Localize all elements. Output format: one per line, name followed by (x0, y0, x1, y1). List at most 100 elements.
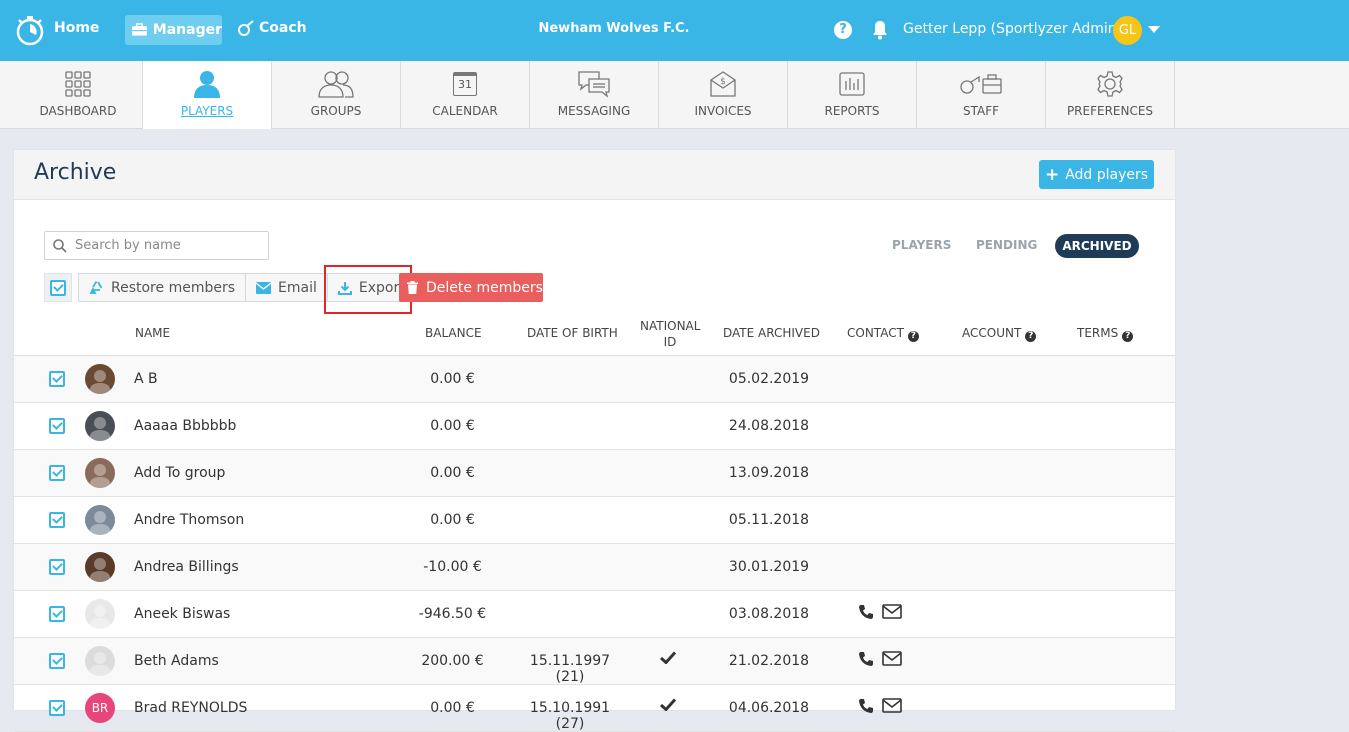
phone-icon[interactable] (858, 698, 874, 714)
avatar (85, 599, 115, 629)
notification-bell-icon[interactable] (871, 20, 889, 40)
row-checkbox[interactable] (49, 700, 65, 716)
archive-card: Archive + Add players PLAYERS PENDING AR… (14, 150, 1175, 732)
col-name[interactable]: NAME (135, 326, 170, 340)
tab-calendar-label: CALENDAR (432, 104, 498, 118)
user-name[interactable]: Getter Lepp (Sportlyzer Admin) (903, 21, 1122, 37)
row-checkbox[interactable] (49, 653, 65, 669)
table-row[interactable]: Andre Thomson 0.00 € 05.11.2018 (14, 497, 1175, 544)
tab-dashboard-label: DASHBOARD (39, 104, 117, 118)
question-icon[interactable]: ? (907, 331, 919, 342)
tab-players-label: PLAYERS (180, 104, 234, 118)
avatar (85, 646, 115, 676)
member-name[interactable]: Brad REYNOLDS (134, 700, 247, 716)
tab-staff[interactable]: STAFF (917, 61, 1046, 129)
recycle-icon (89, 281, 103, 294)
member-balance: 200.00 € (421, 653, 484, 669)
question-icon[interactable]: ? (1122, 331, 1134, 342)
member-balance: 0.00 € (430, 418, 475, 434)
card-header: Archive + Add players (14, 150, 1175, 200)
row-checkbox[interactable] (49, 371, 65, 387)
row-checkbox[interactable] (49, 418, 65, 434)
envelope-icon[interactable] (882, 651, 902, 666)
member-date-archived: 30.01.2019 (728, 559, 810, 575)
tab-players[interactable]: PLAYERS (143, 61, 272, 129)
table-row[interactable]: BR Brad REYNOLDS 0.00 € 15.10.1991 (27) 04.0… (14, 685, 1175, 732)
col-date-archived[interactable]: DATE ARCHIVED (723, 326, 820, 340)
table-row[interactable]: Andrea Billings -10.00 € 30.01.2019 (14, 544, 1175, 591)
gear-icon (1097, 71, 1123, 97)
calendar-icon: 31 (453, 72, 477, 96)
member-name[interactable]: Aaaaa Bbbbbb (134, 418, 236, 434)
avatar (85, 364, 115, 394)
plus-icon: + (1044, 164, 1060, 185)
user-menu-chevron-down-icon[interactable] (1148, 26, 1160, 33)
table-row[interactable]: A B 0.00 € 05.02.2019 (14, 356, 1175, 403)
member-date-archived: 05.02.2019 (728, 371, 810, 387)
member-balance: -10.00 € (423, 559, 482, 575)
whistle-briefcase-icon (960, 74, 1002, 94)
check-icon (659, 651, 677, 665)
col-terms[interactable]: TERMS? (1077, 326, 1134, 342)
col-balance[interactable]: BALANCE (425, 326, 482, 340)
row-checkbox[interactable] (49, 465, 65, 481)
member-name[interactable]: Aneek Biswas (134, 606, 230, 622)
chat-bubbles-icon (578, 71, 610, 98)
select-all-checkbox[interactable] (44, 273, 72, 302)
envelope-icon[interactable] (882, 604, 902, 619)
member-name[interactable]: A B (134, 371, 158, 387)
tab-reports-label: REPORTS (824, 104, 880, 118)
row-checkbox[interactable] (49, 559, 65, 575)
restore-members-button[interactable]: Restore members (78, 273, 247, 302)
user-avatar[interactable]: GL (1113, 16, 1142, 45)
member-date-archived: 21.02.2018 (728, 653, 810, 669)
phone-icon[interactable] (858, 604, 874, 620)
col-terms-label: TERMS (1077, 326, 1119, 340)
tab-preferences[interactable]: PREFERENCES (1046, 61, 1175, 129)
delete-members-button[interactable]: Delete members (399, 273, 543, 302)
envelope-icon (256, 281, 272, 294)
table-row[interactable]: Beth Adams 200.00 € 15.11.1997 (21) 21.02.2… (14, 638, 1175, 685)
help-icon[interactable]: ? (834, 21, 852, 39)
filter-archived[interactable]: ARCHIVED (1055, 234, 1139, 258)
add-players-button[interactable]: + Add players (1039, 160, 1154, 189)
tab-reports[interactable]: REPORTS (788, 61, 917, 129)
avatar (85, 505, 115, 535)
member-name[interactable]: Add To group (134, 465, 225, 481)
member-balance: 0.00 € (430, 512, 475, 528)
export-label: Export (358, 279, 405, 296)
row-checkbox[interactable] (49, 512, 65, 528)
col-date-of-birth[interactable]: DATE OF BIRTH (527, 326, 618, 340)
search-input[interactable] (73, 237, 253, 254)
checkbox (50, 279, 66, 296)
search-box[interactable] (44, 231, 269, 260)
col-account[interactable]: ACCOUNT? (962, 326, 1037, 342)
national-id-check (659, 698, 677, 715)
table-row[interactable]: Add To group 0.00 € 13.09.2018 (14, 450, 1175, 497)
col-contact[interactable]: CONTACT? (847, 326, 919, 342)
tab-calendar[interactable]: 31 CALENDAR (401, 61, 530, 129)
member-name[interactable]: Beth Adams (134, 653, 219, 669)
email-button[interactable]: Email (245, 273, 328, 302)
col-national-id[interactable]: NATIONAL ID (640, 318, 700, 350)
member-name[interactable]: Andrea Billings (134, 559, 239, 575)
member-name[interactable]: Andre Thomson (134, 512, 244, 528)
page-title: Archive (34, 160, 117, 185)
email-label: Email (278, 279, 317, 296)
row-checkbox[interactable] (49, 606, 65, 622)
tab-invoices-label: INVOICES (694, 104, 752, 118)
question-icon[interactable]: ? (1025, 331, 1037, 342)
tab-dashboard[interactable]: DASHBOARD (14, 61, 143, 129)
tab-messaging[interactable]: MESSAGING (530, 61, 659, 129)
search-icon (53, 238, 67, 253)
tab-groups[interactable]: GROUPS (272, 61, 401, 129)
filter-players[interactable]: PLAYERS (892, 238, 951, 252)
restore-members-label: Restore members (111, 279, 236, 296)
table-row[interactable]: Aneek Biswas -946.50 € 03.08.2018 (14, 591, 1175, 638)
phone-icon[interactable] (858, 651, 874, 667)
tab-invoices[interactable]: $ INVOICES (659, 61, 788, 129)
delete-members-label: Delete members (426, 279, 543, 296)
table-row[interactable]: Aaaaa Bbbbbb 0.00 € 24.08.2018 (14, 403, 1175, 450)
top-bar: Home Manager Coach Newham Wolves F.C. ? … (0, 0, 1349, 61)
filter-pending[interactable]: PENDING (976, 238, 1037, 252)
